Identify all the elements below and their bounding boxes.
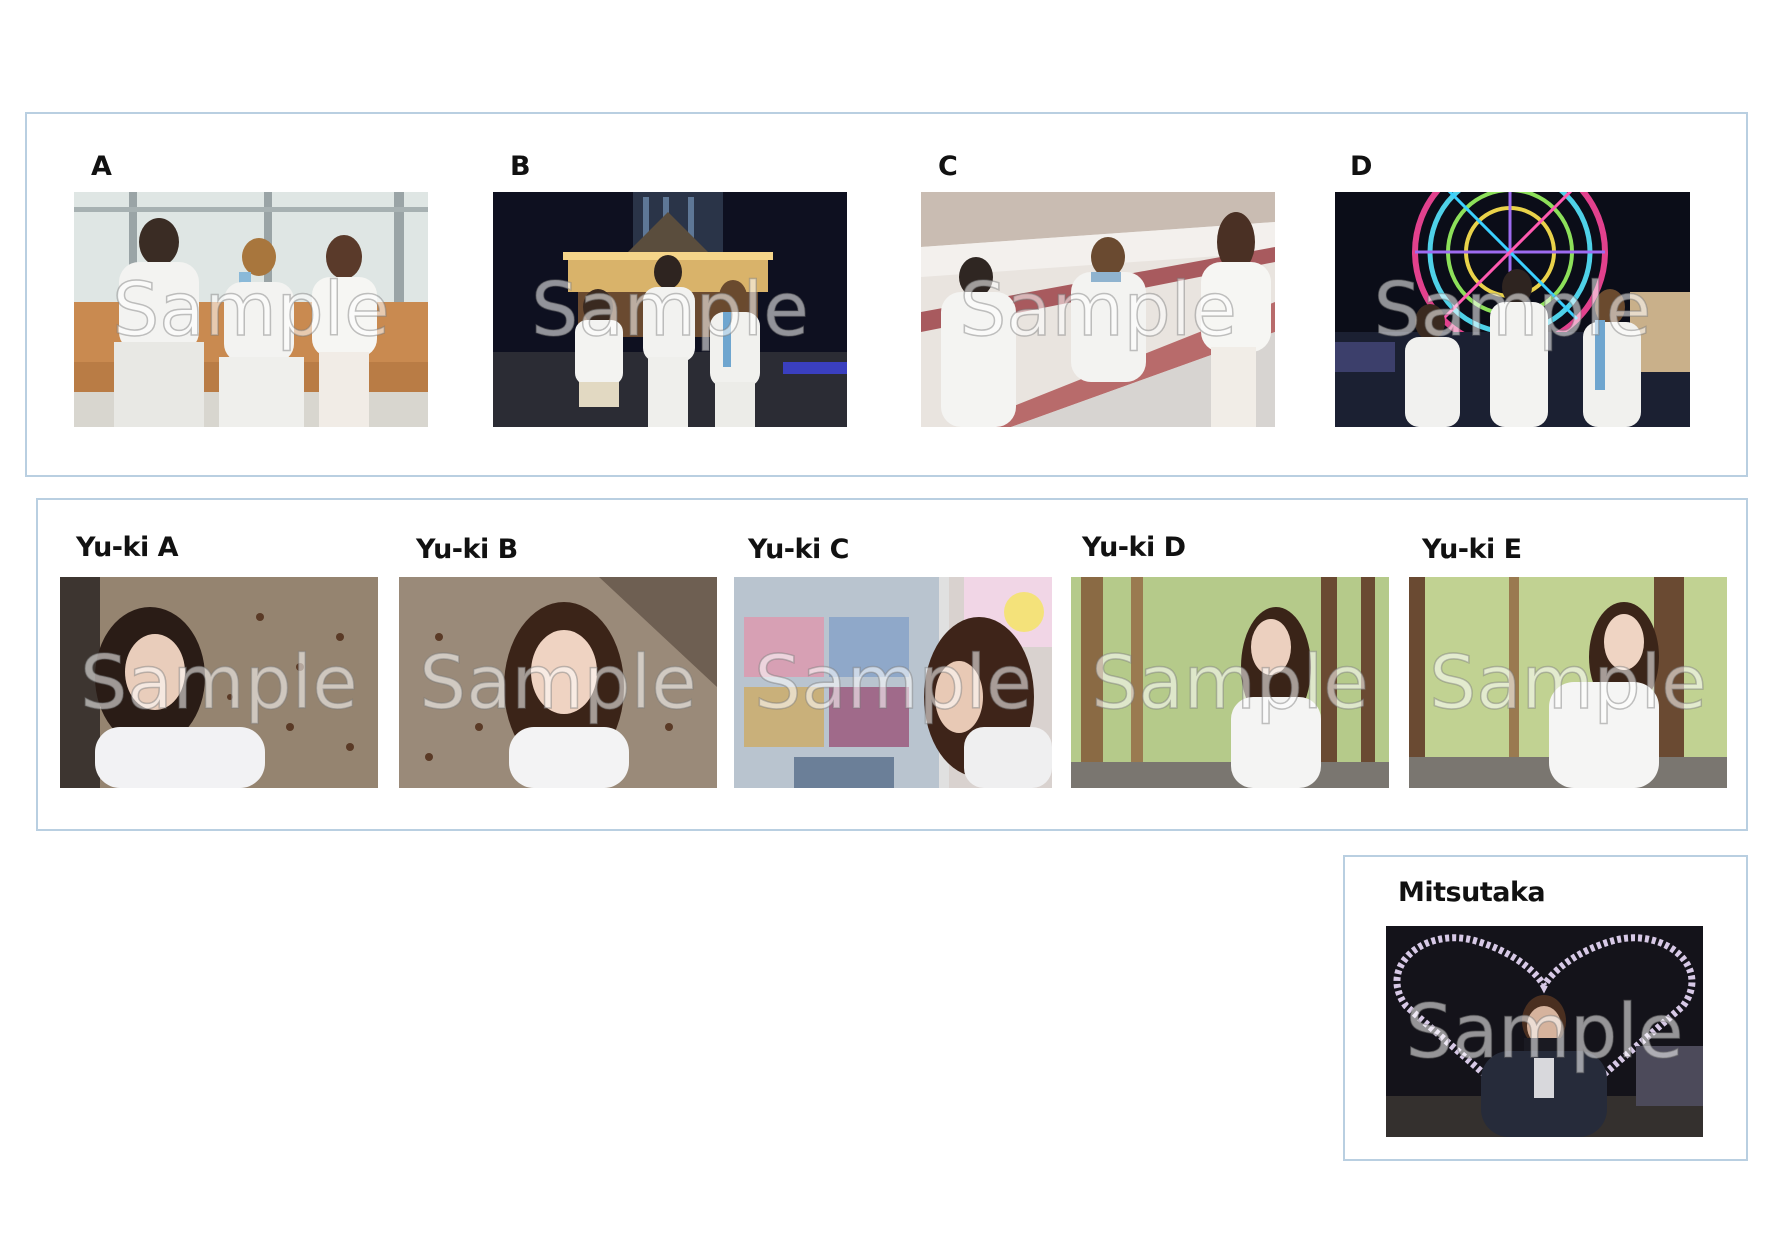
photo-label-yuki-b: Yu-ki B <box>416 534 518 565</box>
photo-yuki-e-image <box>1409 577 1727 788</box>
photo-label-a: A <box>91 151 112 182</box>
photo-yuki-b-image <box>399 577 717 788</box>
photo-b[interactable]: Sample <box>493 192 847 427</box>
photo-yuki-a-image <box>60 577 378 788</box>
photo-yuki-c[interactable]: Sample <box>734 577 1052 788</box>
photo-mitsutaka[interactable]: Sample <box>1386 926 1703 1137</box>
photo-yuki-e[interactable]: Sample <box>1409 577 1727 788</box>
photo-label-b: B <box>510 151 531 182</box>
photo-yuki-d[interactable]: Sample <box>1071 577 1389 788</box>
photo-yuki-c-image <box>734 577 1052 788</box>
photo-label-mitsutaka: Mitsutaka <box>1398 877 1546 908</box>
photo-label-yuki-d: Yu-ki D <box>1082 532 1186 563</box>
photo-mitsutaka-image <box>1386 926 1703 1137</box>
photo-label-d: D <box>1350 151 1372 182</box>
photo-c-image <box>921 192 1275 427</box>
photo-c[interactable]: Sample <box>921 192 1275 427</box>
photo-yuki-a[interactable]: Sample <box>60 577 378 788</box>
photo-label-yuki-e: Yu-ki E <box>1422 534 1522 565</box>
photo-label-yuki-a: Yu-ki A <box>76 532 179 563</box>
photo-label-yuki-c: Yu-ki C <box>748 534 849 565</box>
photo-d-image <box>1335 192 1690 427</box>
photo-b-image <box>493 192 847 427</box>
photo-yuki-d-image <box>1071 577 1389 788</box>
photo-a-image <box>74 192 428 427</box>
photo-yuki-b[interactable]: Sample <box>399 577 717 788</box>
photo-label-c: C <box>938 151 958 182</box>
photo-d[interactable]: Sample <box>1335 192 1690 427</box>
photo-a[interactable]: Sample <box>74 192 428 427</box>
